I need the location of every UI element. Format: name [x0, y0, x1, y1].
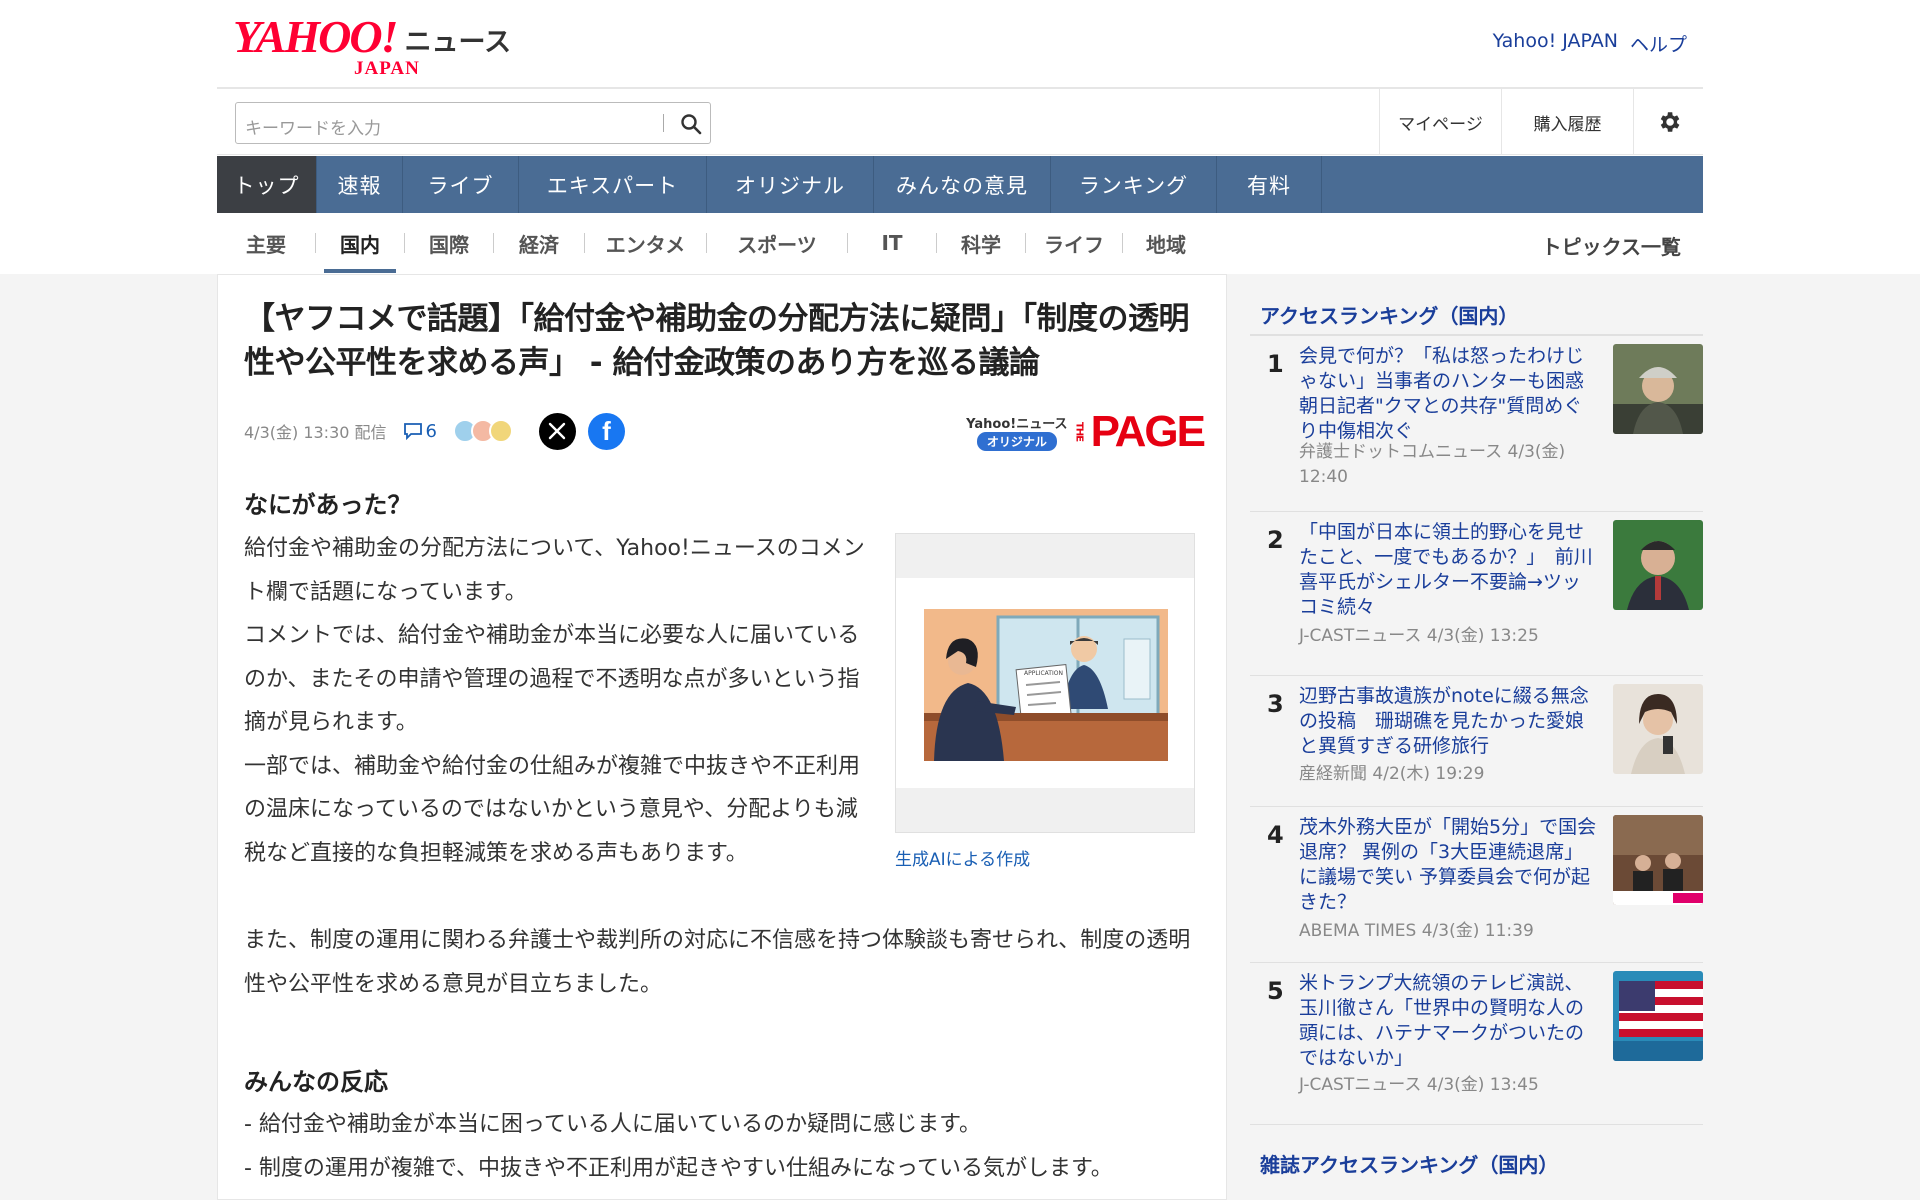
- main-nav-original[interactable]: オリジナル: [707, 156, 874, 213]
- main-nav-top[interactable]: トップ: [217, 156, 317, 213]
- ranking-headline[interactable]: 会見で何が？「私は怒ったわけじゃない」当事者のハンターも困惑 朝日記者"クマとの…: [1299, 344, 1599, 444]
- help-link[interactable]: ヘルプ: [1630, 30, 1687, 57]
- purchase-history-button[interactable]: 購入履歴: [1501, 89, 1633, 155]
- ranking-thumbnail[interactable]: [1613, 520, 1703, 610]
- reaction-item: - 制度の運用が複雑で、中抜きや不正利用が起きやすい仕組みになっている気がします…: [244, 1155, 1113, 1181]
- main-nav-breaking[interactable]: 速報: [317, 156, 403, 213]
- ranking-headline[interactable]: 辺野古事故遺族がnoteに綴る無念の投稿 珊瑚礁を見たかった愛娘と異質すぎる研修…: [1299, 684, 1599, 759]
- ranking-number: 5: [1267, 977, 1284, 1005]
- comments-link[interactable]: 6: [403, 421, 437, 442]
- article-image[interactable]: APPLICATION: [895, 533, 1195, 833]
- ranking-item[interactable]: 3 辺野古事故遺族がnoteに綴る無念の投稿 珊瑚礁を見たかった愛娘と異質すぎる…: [1250, 676, 1703, 807]
- ranking-source: 弁護士ドットコムニュース 4/3(金) 12:40: [1299, 442, 1566, 487]
- document-label: APPLICATION: [1024, 670, 1063, 677]
- magazine-ranking-title[interactable]: 雑誌アクセスランキング（国内）: [1250, 1149, 1703, 1183]
- logo-sub: JAPAN: [354, 58, 420, 79]
- main-nav-live[interactable]: ライブ: [403, 156, 519, 213]
- publish-date: 4/3(金) 13:30 配信: [244, 423, 387, 442]
- main-nav-opinions[interactable]: みんなの意見: [874, 156, 1051, 213]
- ranking-thumbnail[interactable]: [1613, 344, 1703, 434]
- search-icon[interactable]: [679, 112, 703, 136]
- search-box[interactable]: キーワードを入力: [235, 102, 711, 144]
- logo-service-name: ニュース: [404, 27, 512, 58]
- reaction-item: - 給付金や補助金が本当に困っている人に届いているのか疑問に感じます。: [244, 1112, 981, 1137]
- purchase-history-label: 購入履歴: [1533, 114, 1602, 135]
- ranking-source: J-CASTニュース 4/3(金) 13:45: [1299, 1075, 1539, 1095]
- article-paragraph: 一部では、補助金や給付金の仕組みが複雑で中抜きや不正利用の温床になっているのでは…: [244, 753, 861, 866]
- mypage-label: マイページ: [1398, 114, 1483, 135]
- ranking-thumbnail[interactable]: [1613, 971, 1703, 1061]
- article-paragraph: また、制度の運用に関わる弁護士や裁判所の対応に不信感を持つ体験談も寄せられ、制度…: [244, 928, 1191, 997]
- partner-logo[interactable]: Yahoo!ニュース オリジナル THE PAGE: [966, 407, 1206, 457]
- ranking-thumbnail[interactable]: [1613, 815, 1703, 905]
- yahoo-original-badge: Yahoo!ニュース オリジナル: [966, 413, 1068, 451]
- settings-button[interactable]: [1633, 89, 1703, 155]
- partner-the-label: THE: [1073, 422, 1085, 442]
- category-region[interactable]: 地域: [1123, 213, 1209, 273]
- ranking-number: 2: [1267, 526, 1284, 554]
- article-headline: 【ヤフコメで話題】「給付金や補助金の分配方法に疑問」「制度の透明性や公平性を求め…: [244, 301, 1190, 381]
- mypage-button[interactable]: マイページ: [1379, 89, 1501, 155]
- reaction-list: - 給付金や補助金が本当に困っている人に届いているのか疑問に感じます。 - 制度…: [244, 1103, 1209, 1190]
- category-science[interactable]: 科学: [937, 213, 1025, 273]
- ranking-source: 産経新聞 4/2(木) 19:29: [1299, 764, 1485, 784]
- category-life[interactable]: ライフ: [1026, 213, 1122, 273]
- ranking-item[interactable]: 5 米トランプ大統領のテレビ演説、玉川徹さん「世界中の賢明な人の頭には、ハテナマ…: [1250, 963, 1703, 1125]
- ranking-item[interactable]: 4 茂木外務大臣が「開始5分」で国会退席？ 異例の「3大臣連続退席」に議場で笑い…: [1250, 807, 1703, 963]
- topics-list-link[interactable]: トピックス一覧: [1542, 231, 1681, 260]
- ranking-source: ABEMA TIMES 4/3(金) 11:39: [1299, 921, 1534, 941]
- article-paragraph: 給付金や補助金の分配方法について、Yahoo!ニュースのコメント欄で話題になって…: [244, 536, 865, 605]
- ranking-source: J-CASTニュース 4/3(金) 13:25: [1299, 626, 1539, 646]
- logo-main: YAHOO!: [233, 11, 398, 62]
- ranking-number: 1: [1267, 350, 1284, 378]
- ranking-number: 4: [1267, 821, 1284, 849]
- article-body-column: 給付金や補助金の分配方法について、Yahoo!ニュースのコメント欄で話題になって…: [244, 527, 869, 875]
- main-nav: トップ 速報 ライブ エキスパート オリジナル みんなの意見 ランキング 有料: [217, 156, 1703, 213]
- category-economy[interactable]: 経済: [494, 213, 584, 273]
- article-paragraph: コメントでは、給付金や補助金が本当に必要な人に届いているのか、またその申請や管理…: [244, 623, 860, 735]
- ranking-headline[interactable]: 米トランプ大統領のテレビ演説、玉川徹さん「世界中の賢明な人の頭には、ハテナマーク…: [1299, 971, 1599, 1071]
- search-input[interactable]: キーワードを入力: [245, 114, 381, 139]
- reaction-icons: [452, 419, 513, 443]
- partner-top-label: Yahoo!ニュース: [966, 417, 1068, 432]
- counter-illustration: APPLICATION: [924, 609, 1168, 761]
- search-divider: [663, 114, 664, 132]
- ranking-headline[interactable]: 「中国が日本に領土的野心を見せたこと、一度でもあるか？」 前川喜平氏がシェルター…: [1299, 520, 1599, 620]
- article-card: 【ヤフコメで話題】「給付金や補助金の分配方法に疑問」「制度の透明性や公平性を求め…: [217, 274, 1227, 1200]
- reaction-icon-yellow: [488, 419, 513, 443]
- yahoo-news-logo[interactable]: YAHOO! JAPAN ニュース: [233, 11, 512, 80]
- ranking-headline[interactable]: 茂木外務大臣が「開始5分」で国会退席？ 異例の「3大臣連続退席」に議場で笑い 予…: [1299, 815, 1599, 915]
- top-links: Yahoo! JAPAN ヘルプ: [1493, 30, 1687, 57]
- x-share-icon[interactable]: [538, 412, 576, 450]
- category-domestic[interactable]: 国内: [316, 213, 404, 273]
- category-sports[interactable]: スポーツ: [707, 213, 847, 273]
- ranking-number: 3: [1267, 690, 1284, 718]
- main-nav-expert[interactable]: エキスパート: [519, 156, 707, 213]
- yahoo-japan-link[interactable]: Yahoo! JAPAN: [1493, 30, 1618, 57]
- main-nav-ranking[interactable]: ランキング: [1051, 156, 1217, 213]
- article-meta: 4/3(金) 13:30 配信 6 f: [244, 411, 625, 451]
- category-nav: 主要 国内 国際 経済 エンタメ スポーツ IT 科学 ライフ 地域 トピックス…: [217, 213, 1703, 273]
- category-entertainment[interactable]: エンタメ: [585, 213, 706, 273]
- ranking-item[interactable]: 1 会見で何が？「私は怒ったわけじゃない」当事者のハンターも困惑 朝日記者"クマ…: [1250, 336, 1703, 512]
- partner-name: PAGE: [1090, 407, 1206, 456]
- sidebar: アクセスランキング（国内） 1 会見で何が？「私は怒ったわけじゃない」当事者のハ…: [1250, 300, 1703, 1183]
- image-caption: 生成AIによる作成: [895, 850, 1031, 870]
- comment-icon: [403, 423, 422, 440]
- partner-badge-label: オリジナル: [976, 432, 1057, 451]
- ranking-item[interactable]: 2 「中国が日本に領土的野心を見せたこと、一度でもあるか？」 前川喜平氏がシェル…: [1250, 512, 1703, 676]
- main-nav-paid[interactable]: 有料: [1217, 156, 1322, 213]
- article-body-full: また、制度の運用に関わる弁護士や裁判所の対応に不信感を持つ体験談も寄せられ、制度…: [244, 919, 1209, 1006]
- ranking-title[interactable]: アクセスランキング（国内）: [1250, 300, 1703, 334]
- facebook-share-icon[interactable]: f: [587, 412, 625, 450]
- ranking-thumbnail[interactable]: [1613, 684, 1703, 774]
- comment-count: 6: [425, 420, 437, 442]
- section-what-happened-title: なにがあった？: [244, 491, 412, 519]
- category-it[interactable]: IT: [848, 213, 936, 273]
- section-reactions-title: みんなの反応: [244, 1068, 388, 1096]
- category-international[interactable]: 国際: [405, 213, 493, 273]
- gear-icon: [1660, 112, 1679, 132]
- category-main[interactable]: 主要: [217, 213, 315, 273]
- search-bar-row: キーワードを入力 マイページ 購入履歴: [217, 87, 1703, 155]
